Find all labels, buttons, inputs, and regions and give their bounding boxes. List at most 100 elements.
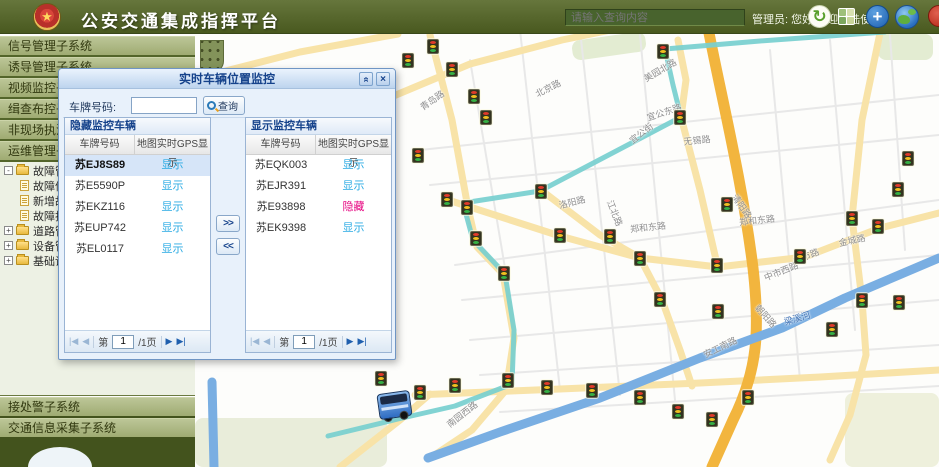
traffic-signal-icon[interactable]	[470, 231, 482, 246]
traffic-signal-icon[interactable]	[892, 182, 904, 197]
traffic-signal-icon[interactable]	[657, 44, 669, 59]
gps-toggle-link[interactable]: 显示	[162, 159, 184, 171]
traffic-signal-icon[interactable]	[402, 53, 414, 68]
collapse-icon[interactable]: «	[359, 72, 373, 86]
traffic-signal-icon[interactable]	[856, 293, 868, 308]
last-page-icon[interactable]: ▶|	[357, 336, 366, 347]
gps-toggle-link[interactable]: 隐藏	[343, 201, 365, 213]
traffic-signal-icon[interactable]	[412, 148, 424, 163]
map-layers-icon[interactable]	[838, 8, 855, 25]
traffic-signal-icon[interactable]	[712, 304, 724, 319]
traffic-signal-icon[interactable]	[461, 200, 473, 215]
magnifier-icon	[207, 101, 216, 110]
expand-toggle-icon[interactable]: -	[4, 166, 13, 175]
table-row[interactable]: 苏EJ8S89显示	[65, 155, 210, 176]
traffic-signal-icon[interactable]	[468, 89, 480, 104]
traffic-signal-icon[interactable]	[554, 228, 566, 243]
page-total-label: /1页	[138, 334, 156, 349]
sidebar-item[interactable]: 信号管理子系统	[0, 36, 195, 55]
plate-label: 车牌号码:	[69, 99, 116, 115]
plate-number: 苏EKZ116	[65, 197, 135, 218]
gps-toggle-link[interactable]: 显示	[162, 243, 184, 255]
globe-icon[interactable]	[895, 5, 919, 29]
traffic-signal-icon[interactable]	[826, 322, 838, 337]
traffic-signal-icon[interactable]	[654, 292, 666, 307]
traffic-signal-icon[interactable]	[586, 383, 598, 398]
folder-icon	[16, 166, 29, 175]
zoom-in-icon[interactable]: +	[866, 5, 889, 28]
expand-toggle-icon[interactable]: +	[4, 226, 13, 235]
first-page-icon[interactable]: |◀	[69, 336, 78, 347]
traffic-signal-icon[interactable]	[846, 211, 858, 226]
plate-number: 苏EJR391	[246, 176, 316, 197]
refresh-icon[interactable]: ↻	[808, 5, 831, 28]
traffic-signal-icon[interactable]	[427, 39, 439, 54]
gps-toggle-link[interactable]: 显示	[343, 222, 365, 234]
traffic-signal-icon[interactable]	[446, 62, 458, 77]
traffic-signal-icon[interactable]	[634, 390, 646, 405]
traffic-signal-icon[interactable]	[706, 412, 718, 427]
traffic-signal-icon[interactable]	[535, 184, 547, 199]
gps-toggle-link[interactable]: 显示	[162, 201, 184, 213]
plate-input[interactable]	[131, 97, 197, 114]
expand-toggle-icon[interactable]: +	[4, 256, 13, 265]
alarm-icon[interactable]	[928, 5, 939, 27]
traffic-signal-icon[interactable]	[502, 373, 514, 388]
traffic-signal-icon[interactable]	[480, 110, 492, 125]
traffic-signal-icon[interactable]	[711, 258, 723, 273]
table-row[interactable]: 苏EUP742显示	[65, 218, 210, 239]
table-row[interactable]: 苏EJR391 显示	[246, 176, 391, 197]
query-button[interactable]: 查询	[203, 96, 245, 115]
table-row[interactable]: 苏EKZ116 显示	[65, 197, 210, 218]
sidebar-item[interactable]: 交通信息采集子系统	[0, 418, 195, 437]
prev-page-icon[interactable]: ◀	[82, 336, 89, 347]
next-page-icon[interactable]: ▶	[347, 336, 354, 347]
traffic-signal-icon[interactable]	[893, 295, 905, 310]
prev-page-icon[interactable]: ◀	[263, 336, 270, 347]
last-page-icon[interactable]: ▶|	[176, 336, 185, 347]
table-header: 车牌号码 地图实时GPS显示	[65, 135, 210, 155]
traffic-signal-icon[interactable]	[449, 378, 461, 393]
move-left-button[interactable]: <<	[216, 238, 240, 255]
page-number-input[interactable]	[112, 335, 134, 349]
gps-toggle-link[interactable]: 显示	[343, 159, 365, 171]
plate-number: 苏EK9398	[246, 218, 316, 239]
traffic-signal-icon[interactable]	[742, 390, 754, 405]
table-row[interactable]: 苏EK9398 显示	[246, 218, 391, 239]
: 显示	[135, 218, 210, 239]
table-body: 苏EJ8S89显示苏E5590P显示苏EKZ116显示苏EUP742显示苏EL0…	[65, 155, 210, 260]
traffic-signal-icon[interactable]	[604, 229, 616, 244]
gps-toggle-link[interactable]: 显示	[162, 180, 184, 192]
table-row[interactable]: 苏EQK003显示	[246, 155, 391, 176]
traffic-signal-icon[interactable]	[674, 110, 686, 125]
move-right-button[interactable]: >>	[216, 215, 240, 232]
plate-search-row: 车牌号码: 查询	[63, 93, 391, 118]
traffic-signal-icon[interactable]	[541, 380, 553, 395]
traffic-signal-icon[interactable]	[634, 251, 646, 266]
first-page-icon[interactable]: |◀	[250, 336, 259, 347]
global-search-input[interactable]	[565, 9, 745, 26]
table-row[interactable]: 苏EL0117显示	[65, 239, 210, 260]
traffic-signal-icon[interactable]	[414, 385, 426, 400]
traffic-signal-icon[interactable]	[794, 249, 806, 264]
panel-title: 隐藏监控车辆	[65, 118, 210, 135]
traffic-signal-icon[interactable]	[672, 404, 684, 419]
table-row[interactable]: 苏E5590P显示	[65, 176, 210, 197]
next-page-icon[interactable]: ▶	[166, 336, 173, 347]
close-icon[interactable]: ×	[376, 72, 390, 86]
gps-toggle-link[interactable]: 显示	[162, 222, 184, 234]
traffic-signal-icon[interactable]	[902, 151, 914, 166]
traffic-signal-icon[interactable]	[375, 371, 387, 386]
sidebar-item[interactable]: 接处警子系统	[0, 397, 195, 416]
police-bus-icon[interactable]	[376, 390, 412, 420]
gps-toggle-link[interactable]: 显示	[343, 180, 365, 192]
expand-toggle-icon[interactable]: +	[4, 241, 13, 250]
page-number-input[interactable]	[293, 335, 315, 349]
traffic-signal-icon[interactable]	[721, 197, 733, 212]
traffic-signal-icon[interactable]	[441, 192, 453, 207]
dialog-title: 实时车辆位置监控	[59, 69, 395, 89]
table-row[interactable]: 苏E93898隐藏	[246, 197, 391, 218]
traffic-signal-icon[interactable]	[872, 219, 884, 234]
traffic-signal-icon[interactable]	[498, 266, 510, 281]
folder-icon	[16, 226, 29, 235]
